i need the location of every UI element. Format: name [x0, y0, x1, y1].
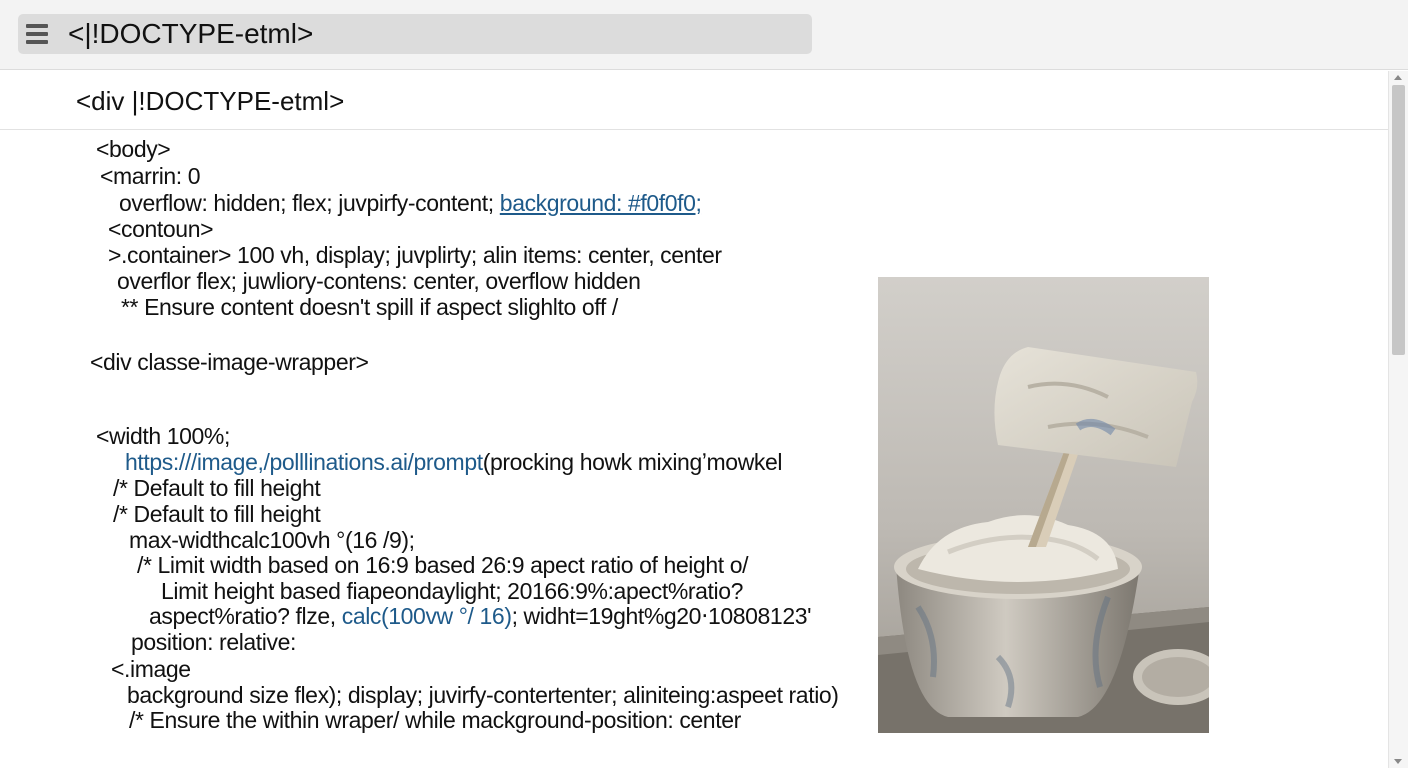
scroll-up-arrow-icon[interactable]: [1394, 75, 1402, 80]
code-line: <width 100%;: [96, 423, 230, 449]
scroll-down-arrow-icon[interactable]: [1394, 759, 1402, 764]
plaster-bucket-photo: [878, 277, 1209, 733]
code-line: <.image: [111, 656, 191, 682]
code-text: (procking howk mixingʼmowkel: [482, 449, 783, 475]
code-line: >.container> 100 vh, display; juvplirty;…: [108, 242, 722, 268]
code-function: calc(100vw °/ 16): [341, 603, 512, 629]
code-line: /* Limit width based on 16:9 based 26:9 …: [137, 552, 749, 578]
code-line: /* Ensure the within wraper/ while mackg…: [129, 707, 741, 733]
code-text: ; widht=19ght%g20‧10808123': [511, 603, 812, 629]
code-line: <body>: [96, 136, 171, 162]
code-text: aspect%ratio? flze,: [149, 603, 342, 629]
code-link[interactable]: background: #f0f0f0;: [500, 190, 702, 216]
code-line: background size flex); display; juvirfy-…: [127, 682, 839, 708]
code-line: /* Default to fill height: [113, 501, 321, 527]
address-bar[interactable]: <|!DOCTYPE-etml>: [18, 14, 812, 54]
code-line: <contoun>: [108, 216, 214, 242]
page-header: <div |!DOCTYPE-etml>: [0, 71, 1388, 130]
code-line: max-widthcalc100vh °(16 /9);: [129, 527, 415, 553]
code-line: ** Ensure content doesn't spill if aspec…: [121, 294, 618, 320]
page-title: <div |!DOCTYPE-etml>: [76, 86, 345, 116]
code-line: Limit height based fiapeondaylight; 2016…: [161, 578, 744, 604]
code-line: position: relative:: [131, 629, 296, 655]
code-line: aspect%ratio? flze, calc(100vw °/ 16); w…: [149, 603, 812, 629]
code-line: https:///image,/polllinations.ai/prompt(…: [125, 449, 783, 475]
browser-toolbar: <|!DOCTYPE-etml>: [0, 0, 1408, 70]
vertical-scrollbar[interactable]: [1388, 71, 1408, 768]
code-line: <div classe-image-wrapper>: [90, 349, 369, 375]
prompt-link[interactable]: https:///image,/polllinations.ai/prompt: [125, 449, 483, 475]
scrollbar-thumb[interactable]: [1392, 85, 1405, 355]
photo-illustration: [878, 277, 1209, 733]
code-text: overflow: hidden; flex; juvpirfy-content…: [119, 190, 500, 216]
code-line: overflow: hidden; flex; juvpirfy-content…: [119, 190, 702, 216]
hamburger-menu-icon[interactable]: [26, 24, 48, 44]
code-line: /* Default to fill height: [113, 475, 321, 501]
code-line: overflor flex; juwliory-contens: center,…: [117, 268, 641, 294]
code-line: <marrin: 0: [100, 163, 201, 189]
address-bar-text[interactable]: <|!DOCTYPE-etml>: [68, 19, 313, 49]
